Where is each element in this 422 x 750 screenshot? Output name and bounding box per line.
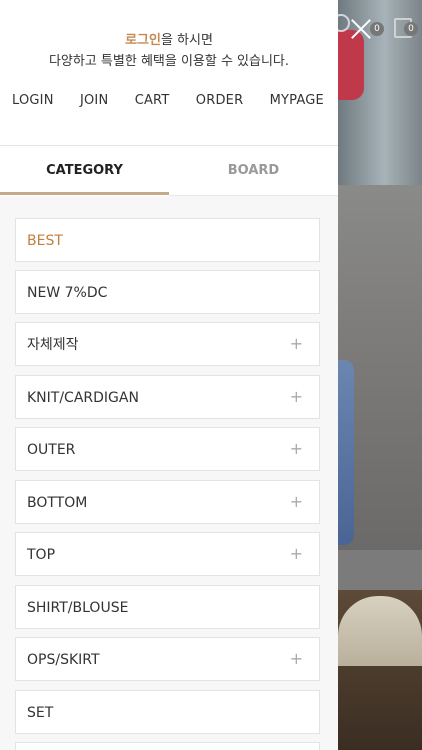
- category-label: OUTER: [27, 442, 76, 458]
- close-icon[interactable]: [350, 18, 372, 40]
- tab-board[interactable]: BOARD: [169, 146, 338, 196]
- nav-mypage[interactable]: MYPAGE: [270, 93, 324, 113]
- login-message: 로그인을 하시면 다양하고 특별한 혜택을 이용할 수 있습니다.: [0, 30, 338, 72]
- category-item-ops-skirt[interactable]: OPS/SKIRT +: [15, 637, 320, 681]
- expand-plus-icon[interactable]: +: [290, 638, 303, 680]
- background-strip: [338, 550, 422, 590]
- nav-login[interactable]: LOGIN: [12, 93, 54, 113]
- login-message-benefits: 다양하고 특별한 혜택을 이용할 수 있습니다.: [48, 54, 290, 69]
- category-label: 자체제작: [27, 337, 79, 353]
- tab-category[interactable]: CATEGORY: [0, 146, 169, 195]
- category-item-new[interactable]: NEW 7%DC: [15, 270, 320, 314]
- expand-plus-icon[interactable]: +: [290, 376, 303, 418]
- side-drawer: 로그인을 하시면 다양하고 특별한 혜택을 이용할 수 있습니다. LOGIN …: [0, 0, 338, 750]
- login-link[interactable]: 로그인: [125, 33, 161, 48]
- expand-plus-icon[interactable]: +: [290, 533, 303, 575]
- category-label: SET: [27, 705, 54, 721]
- category-label: TOP: [27, 547, 56, 563]
- category-item-bottom[interactable]: BOTTOM +: [15, 480, 320, 524]
- category-label: NEW 7%DC: [27, 285, 108, 301]
- background-page-image: [338, 0, 422, 750]
- login-message-suffix: 을 하시면: [160, 33, 213, 48]
- category-item-set[interactable]: SET: [15, 690, 320, 734]
- nav-join[interactable]: JOIN: [80, 93, 108, 113]
- header-icons: 0 0: [332, 8, 422, 44]
- category-item-knit-cardigan[interactable]: KNIT/CARDIGAN +: [15, 375, 320, 419]
- expand-plus-icon[interactable]: +: [290, 323, 303, 365]
- nav-cart[interactable]: CART: [135, 93, 170, 113]
- expand-plus-icon[interactable]: +: [290, 428, 303, 470]
- category-label: SHIRT/BLOUSE: [27, 600, 129, 616]
- background-jeans: [338, 360, 354, 545]
- drawer-top-nav: LOGIN JOIN CART ORDER MYPAGE: [0, 93, 338, 113]
- category-list: BEST NEW 7%DC 자체제작 + KNIT/CARDIGAN + OUT…: [0, 196, 338, 750]
- cart-count-badge: 0: [404, 22, 418, 36]
- category-item-shirt-blouse[interactable]: SHIRT/BLOUSE: [15, 585, 320, 629]
- category-label: BOTTOM: [27, 495, 88, 511]
- category-item-self-made[interactable]: 자체제작 +: [15, 322, 320, 366]
- background-umbrella: [338, 596, 422, 666]
- nav-order[interactable]: ORDER: [196, 93, 244, 113]
- category-item-partial[interactable]: [15, 742, 320, 750]
- category-item-outer[interactable]: OUTER +: [15, 427, 320, 471]
- wishlist-count-badge: 0: [370, 22, 384, 36]
- category-label: KNIT/CARDIGAN: [27, 390, 139, 406]
- expand-plus-icon[interactable]: +: [290, 481, 303, 523]
- category-item-best[interactable]: BEST: [15, 218, 320, 262]
- category-label: BEST: [27, 233, 63, 249]
- drawer-tabs: CATEGORY BOARD: [0, 145, 338, 196]
- category-item-top[interactable]: TOP +: [15, 532, 320, 576]
- category-label: OPS/SKIRT: [27, 652, 100, 668]
